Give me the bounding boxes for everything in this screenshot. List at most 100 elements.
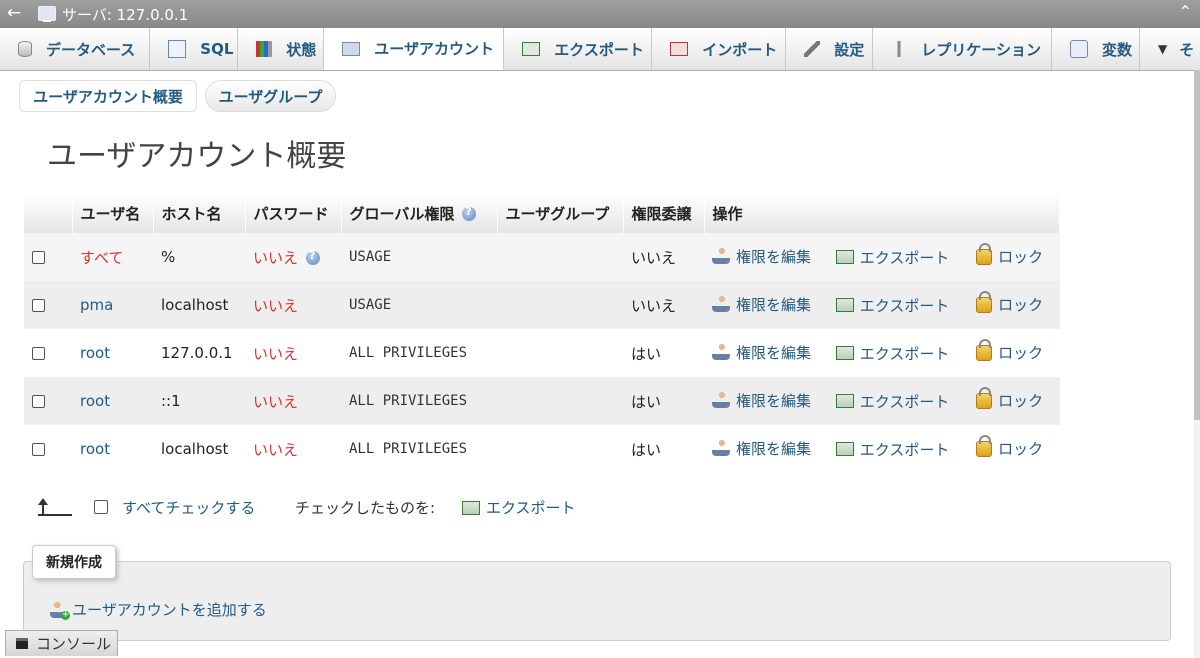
lock-icon	[976, 435, 993, 458]
user-accounts-table: ユーザ名 ホスト名 パスワード グローバル権限 ユーザグループ 権限委譲 操作 …	[24, 193, 1060, 473]
lock-link[interactable]: ロック	[976, 339, 1043, 363]
tab-settings[interactable]: 設定	[786, 28, 874, 70]
row-checkbox[interactable]	[32, 251, 45, 264]
subtab-overview[interactable]: ユーザアカウント概要	[19, 80, 197, 112]
server-icon	[38, 6, 56, 22]
action-label: 権限を編集	[736, 343, 812, 362]
scrollbar-thumb[interactable]	[1194, 70, 1200, 420]
export-link[interactable]: エクスポート	[835, 343, 950, 364]
help-icon[interactable]	[462, 205, 477, 221]
password-cell: いいえ	[245, 233, 341, 281]
page-title: ユーザアカウント概要	[47, 139, 347, 174]
subtab-usergroups[interactable]: ユーザグループ	[205, 80, 336, 112]
action-label: 権限を編集	[736, 391, 812, 410]
tab-import[interactable]: インポート	[652, 28, 787, 70]
lock-link[interactable]: ロック	[976, 243, 1044, 267]
grant-cell: はい	[623, 377, 704, 425]
export-icon	[835, 298, 854, 313]
actions-cell: 権限を編集 エクスポート ロック	[704, 377, 1060, 425]
table-header-row: ユーザ名 ホスト名 パスワード グローバル権限 ユーザグループ 権限委譲 操作	[24, 193, 1060, 233]
global-privileges-cell: ALL PRIVILEGES	[341, 425, 497, 473]
lock-link[interactable]: ロック	[976, 435, 1043, 459]
action-label: ロック	[998, 247, 1044, 266]
title-bar: ← サーバ: 127.0.0.1 ⌃	[0, 0, 1200, 28]
host-cell: localhost	[153, 281, 245, 329]
lock-link[interactable]: ロック	[976, 387, 1043, 411]
edit-privileges-link[interactable]: 権限を編集	[712, 390, 811, 411]
header-user[interactable]: ユーザ名	[72, 193, 154, 233]
password-cell: いいえ	[245, 329, 341, 377]
action-label: ロック	[998, 295, 1044, 314]
table-row: pma localhost いいえ USAGE いいえ 権限を編集 エクスポート…	[24, 281, 1060, 329]
console-icon	[16, 638, 28, 649]
user-accounts-icon	[342, 41, 361, 56]
row-checkbox[interactable]	[32, 443, 45, 456]
lock-link[interactable]: ロック	[976, 291, 1044, 315]
grant-cell: いいえ	[623, 233, 704, 281]
action-label: 権限を編集	[736, 295, 812, 314]
select-arrow-icon	[38, 498, 72, 516]
edit-privileges-icon	[712, 344, 730, 361]
tab-label: そ	[1179, 40, 1195, 59]
variables-icon	[1070, 40, 1088, 58]
header-action: 操作	[704, 193, 1060, 233]
row-checkbox-cell	[24, 281, 72, 329]
user-cell: root	[72, 425, 153, 473]
host-cell: ::1	[153, 377, 245, 425]
export-link[interactable]: エクスポート	[835, 439, 949, 460]
collapse-icon[interactable]: ⌃	[1179, 2, 1192, 21]
row-checkbox-cell	[24, 425, 72, 473]
lock-icon	[976, 387, 993, 410]
usergroup-cell	[497, 233, 623, 281]
back-arrow-icon[interactable]: ←	[4, 3, 24, 23]
password-cell: いいえ	[245, 425, 341, 473]
tab-more[interactable]: ▼ そ	[1140, 28, 1200, 70]
table-row: すべて % いいえ USAGE いいえ 権限を編集 エクスポート ロック	[24, 233, 1060, 281]
export-link[interactable]: エクスポート	[835, 247, 950, 268]
database-icon	[18, 41, 32, 57]
tab-user-accounts[interactable]: ユーザアカウント	[324, 28, 505, 70]
tab-variables[interactable]: 変数	[1052, 28, 1140, 70]
check-all-label[interactable]: すべてチェックする	[122, 497, 255, 518]
bulk-export-button[interactable]: エクスポート	[462, 497, 576, 518]
tab-status[interactable]: 状態	[238, 28, 325, 70]
check-all-checkbox[interactable]	[94, 500, 108, 514]
host-cell: 127.0.0.1	[153, 329, 245, 377]
edit-privileges-link[interactable]: 権限を編集	[712, 246, 811, 267]
lock-icon	[976, 291, 993, 314]
password-value: いいえ	[253, 248, 299, 267]
action-label: エクスポート	[859, 248, 950, 267]
export-link[interactable]: エクスポート	[835, 391, 949, 412]
tab-export[interactable]: エクスポート	[504, 28, 653, 70]
edit-privileges-link[interactable]: 権限を編集	[712, 294, 811, 315]
console-toggle[interactable]: コンソール	[5, 630, 118, 656]
tab-label: ユーザアカウント	[374, 40, 494, 58]
actions-cell: 権限を編集 エクスポート ロック	[704, 281, 1060, 329]
export-icon	[522, 42, 541, 56]
row-checkbox[interactable]	[32, 347, 45, 360]
more-caret-icon: ▼	[1158, 42, 1168, 56]
header-grant[interactable]: 権限委譲	[623, 193, 705, 233]
usergroup-cell	[497, 329, 623, 377]
tab-label: レプリケーション	[921, 40, 1041, 59]
tab-databases[interactable]: データベース	[0, 28, 151, 70]
row-checkbox[interactable]	[32, 395, 45, 408]
export-link[interactable]: エクスポート	[835, 295, 949, 316]
tab-replication[interactable]: レプリケーション	[873, 28, 1052, 70]
help-icon[interactable]	[306, 249, 321, 265]
tab-label: インポート	[702, 40, 778, 59]
actions-cell: 権限を編集 エクスポート ロック	[704, 329, 1060, 377]
action-label: エクスポート	[859, 344, 950, 363]
header-global-privileges[interactable]: グローバル権限	[341, 193, 498, 233]
header-password[interactable]: パスワード	[245, 193, 342, 233]
add-user-link[interactable]: ユーザアカウントを追加する	[50, 599, 267, 620]
edit-privileges-link[interactable]: 権限を編集	[712, 342, 811, 363]
edit-privileges-icon	[712, 440, 730, 457]
header-host[interactable]: ホスト名	[153, 193, 246, 233]
tab-sql[interactable]: SQL	[150, 28, 239, 70]
user-cell: pma	[72, 281, 153, 329]
header-usergroup[interactable]: ユーザグループ	[497, 193, 624, 233]
sql-icon	[168, 40, 187, 58]
row-checkbox[interactable]	[32, 299, 45, 312]
edit-privileges-link[interactable]: 権限を編集	[712, 438, 811, 459]
